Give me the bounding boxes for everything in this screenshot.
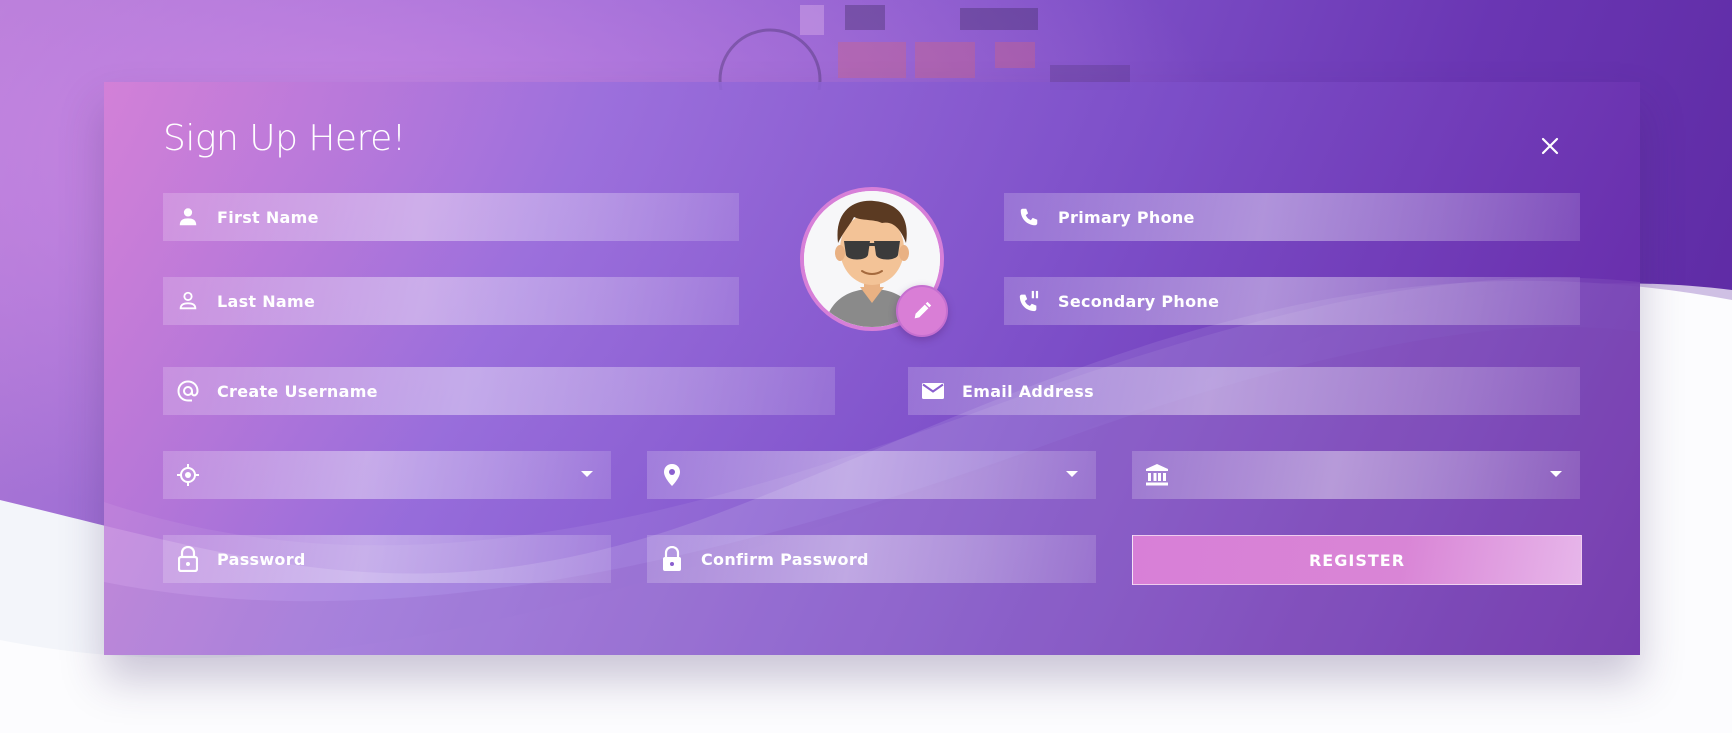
location-target-icon (175, 462, 201, 488)
password-field[interactable]: Password (163, 535, 611, 583)
pencil-icon (914, 301, 932, 319)
primary-phone-placeholder: Primary Phone (1058, 207, 1195, 227)
secondary-phone-placeholder: Secondary Phone (1058, 291, 1220, 311)
chevron-down-icon (1550, 471, 1562, 477)
signup-card: Sign Up Here! First Name Last Name Prima… (104, 82, 1640, 655)
first-name-placeholder: First Name (217, 207, 319, 227)
register-button[interactable]: REGISTER (1132, 535, 1582, 585)
mail-icon (920, 378, 946, 404)
primary-phone-field[interactable]: Primary Phone (1004, 193, 1580, 241)
page-title: Sign Up Here! (163, 118, 406, 159)
close-icon (1541, 137, 1559, 155)
secondary-phone-field[interactable]: Secondary Phone (1004, 277, 1580, 325)
confirm-password-placeholder: Confirm Password (701, 549, 869, 569)
bank-select[interactable] (1132, 451, 1580, 499)
chevron-down-icon (581, 471, 593, 477)
password-placeholder: Password (217, 549, 306, 569)
city-select[interactable] (647, 451, 1096, 499)
email-field[interactable]: Email Address (908, 367, 1580, 415)
close-button[interactable] (1536, 132, 1564, 160)
username-field[interactable]: Create Username (163, 367, 835, 415)
last-name-placeholder: Last Name (217, 291, 316, 311)
person-outline-icon (175, 288, 201, 314)
avatar-section (800, 187, 948, 337)
at-icon (175, 378, 201, 404)
lock-open-icon (175, 546, 201, 572)
lock-icon (659, 546, 685, 572)
person-icon (175, 204, 201, 230)
username-placeholder: Create Username (217, 381, 378, 401)
edit-avatar-button[interactable] (896, 285, 948, 337)
map-pin-icon (659, 462, 685, 488)
phone-paused-icon (1016, 288, 1042, 314)
first-name-field[interactable]: First Name (163, 193, 739, 241)
phone-icon (1016, 204, 1042, 230)
location-select[interactable] (163, 451, 611, 499)
bank-icon (1144, 462, 1170, 488)
email-placeholder: Email Address (962, 381, 1094, 401)
chevron-down-icon (1066, 471, 1078, 477)
confirm-password-field[interactable]: Confirm Password (647, 535, 1096, 583)
last-name-field[interactable]: Last Name (163, 277, 739, 325)
